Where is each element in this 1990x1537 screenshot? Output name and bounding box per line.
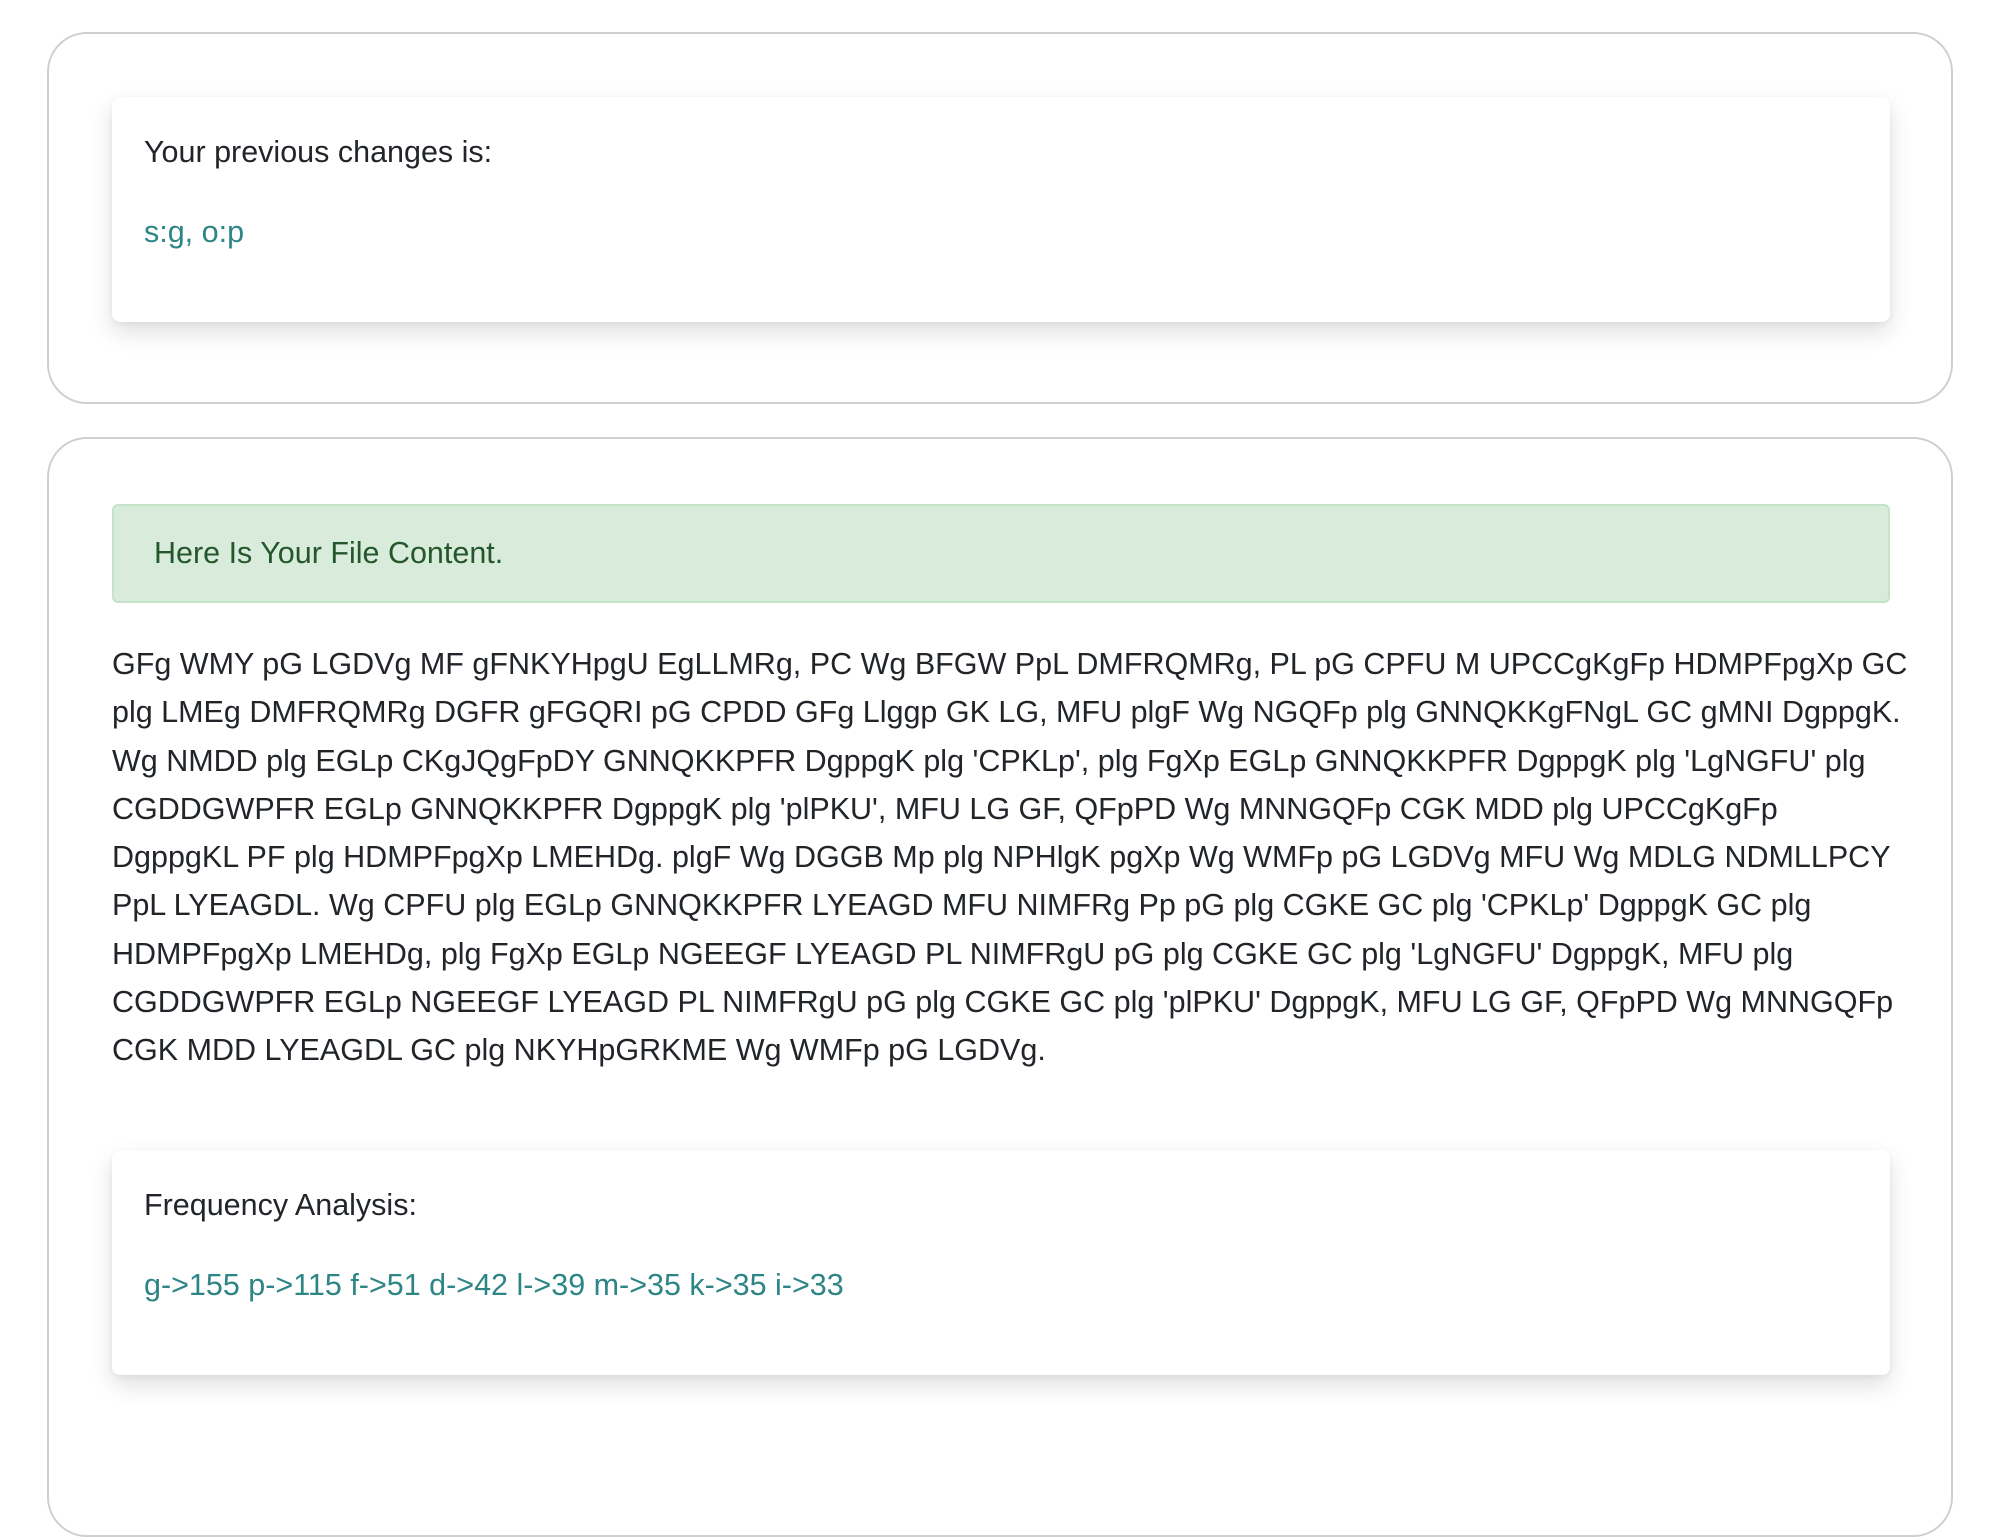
previous-changes-value: s:g, o:p bbox=[144, 215, 245, 249]
previous-changes-panel: Your previous changes is: s:g, o:p bbox=[112, 97, 1890, 322]
file-content-alert: Here Is Your File Content. bbox=[112, 504, 1890, 603]
frequency-analysis-panel: Frequency Analysis: g->155 p->115 f->51 … bbox=[112, 1150, 1890, 1375]
previous-changes-card: Your previous changes is: s:g, o:p bbox=[47, 32, 1953, 404]
file-content-text: GFg WMY pG LGDVg MF gFNKYHpgU EgLLMRg, P… bbox=[112, 647, 1908, 1068]
file-content-alert-text: Here Is Your File Content. bbox=[154, 536, 504, 570]
frequency-analysis-value: g->155 p->115 f->51 d->42 l->39 m->35 k-… bbox=[144, 1268, 844, 1302]
previous-changes-title: Your previous changes is: bbox=[144, 135, 493, 169]
file-content-card: Here Is Your File Content. GFg WMY pG LG… bbox=[47, 437, 1953, 1537]
frequency-analysis-title: Frequency Analysis: bbox=[144, 1188, 417, 1222]
